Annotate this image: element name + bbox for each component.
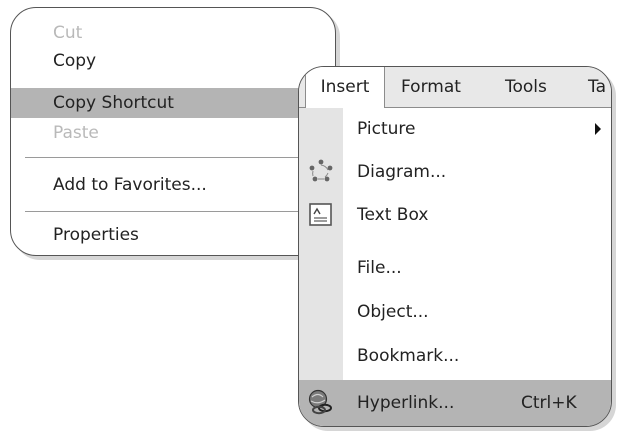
menu-item-label: Picture [357,119,416,139]
menu-item-label: Paste [53,123,99,143]
menu-item-cut[interactable]: Cut [11,18,335,48]
menu-item-copy-shortcut[interactable]: Copy Shortcut [11,88,335,118]
hyperlink-icon [308,389,332,415]
menu-item-bookmark[interactable]: Bookmark... [299,335,611,377]
menu-item-shortcut: Ctrl+K [521,393,577,413]
menubar-insert[interactable]: Insert [305,67,385,108]
insert-menu-window: Insert Format Tools Ta Picture Diagram..… [298,66,612,427]
menu-item-label: Cut [53,23,83,43]
diagram-icon [309,159,333,182]
menu-item-label: Bookmark... [357,346,460,366]
menu-item-paste[interactable]: Paste [11,118,335,148]
menu-item-label: File... [357,258,402,278]
menubar-label: Ta [588,77,606,97]
menu-item-text-box[interactable]: Text Box [299,194,611,236]
menu-item-picture[interactable]: Picture [299,108,611,150]
menu-item-label: Properties [53,225,139,245]
context-menu: Cut Copy Copy Shortcut Paste Add to Favo… [10,7,336,256]
menu-item-label: Text Box [357,205,429,225]
menu-separator [25,157,321,158]
menu-item-label: Object... [357,302,429,322]
menu-item-add-to-favorites[interactable]: Add to Favorites... [11,170,335,200]
menu-item-label: Copy [53,51,97,71]
text-box-icon [309,203,332,226]
menu-item-label: Hyperlink... [357,393,455,413]
menu-item-copy[interactable]: Copy [11,46,335,76]
menubar-table[interactable]: Ta [588,67,606,107]
menu-item-file[interactable]: File... [299,247,611,289]
menu-item-object[interactable]: Object... [299,291,611,333]
menu-bar: Insert Format Tools Ta [299,67,611,108]
menu-item-properties[interactable]: Properties [11,220,335,250]
menu-item-diagram[interactable]: Diagram... [299,151,611,193]
menu-item-label: Diagram... [357,162,447,182]
menu-item-hyperlink[interactable]: Hyperlink... Ctrl+K [299,380,611,426]
menu-item-label: Copy Shortcut [53,93,174,113]
menu-item-label: Add to Favorites... [53,175,207,195]
menubar-label: Format [401,77,461,97]
menubar-tools[interactable]: Tools [505,67,547,107]
menubar-label: Tools [505,77,547,97]
menubar-format[interactable]: Format [401,67,461,107]
submenu-arrow-icon [595,123,601,135]
menu-separator [25,211,321,212]
menubar-label: Insert [320,77,370,97]
